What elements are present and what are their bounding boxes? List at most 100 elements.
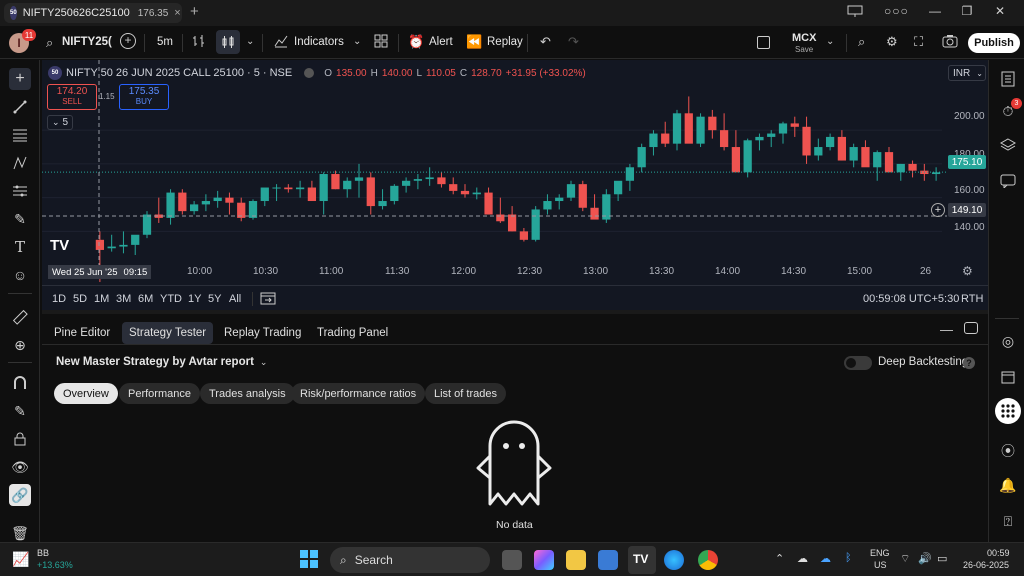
layout-select-icon[interactable] [757, 36, 770, 49]
range-all[interactable]: All [229, 293, 241, 305]
lang-line1[interactable]: ENG [870, 548, 890, 558]
subtab-performance[interactable]: Performance [119, 383, 200, 404]
maximize-panel-icon[interactable] [964, 322, 978, 334]
chrome-icon[interactable] [698, 550, 718, 570]
signal-icon[interactable]: ⦿ [997, 440, 1019, 462]
range-1m[interactable]: 1M [94, 293, 109, 305]
stock-widget-icon[interactable]: 📈 [12, 551, 29, 568]
help-circle-icon[interactable]: ⍰ [997, 510, 1019, 532]
range-1d[interactable]: 1D [52, 293, 66, 305]
alert-clock-icon[interactable]: ⏰ [408, 34, 424, 50]
minimize-icon[interactable]: — [925, 4, 945, 18]
copilot-icon[interactable] [534, 550, 554, 570]
link-icon[interactable]: 🔗 [9, 484, 31, 506]
candles-icon[interactable] [216, 30, 240, 54]
tray-chevron-icon[interactable]: ⌃ [775, 552, 784, 565]
subtab-list-of-trades[interactable]: List of trades [425, 383, 506, 404]
interval-button[interactable]: 5m [157, 36, 173, 48]
replay-icon[interactable]: ⏪ [466, 34, 482, 50]
new-tab-icon[interactable]: + [190, 3, 199, 20]
undo-icon[interactable]: ↶ [540, 34, 551, 50]
layers-icon[interactable] [997, 134, 1019, 156]
tab-close-icon[interactable]: × [174, 7, 180, 19]
ruler-icon[interactable] [9, 306, 31, 328]
replay-button[interactable]: Replay [487, 36, 523, 48]
camera-icon[interactable] [942, 34, 958, 51]
range-5y[interactable]: 5Y [208, 293, 221, 305]
search-icon[interactable]: ⌕ [46, 35, 53, 51]
sell-button[interactable]: 174.20 SELL [47, 84, 97, 110]
tab-strategy-tester[interactable]: Strategy Tester [122, 322, 214, 344]
chart-title[interactable]: NIFTY 50 26 JUN 2025 CALL 25100 · 5 · NS… [66, 67, 292, 79]
apps-grid-icon[interactable] [995, 398, 1021, 424]
compare-add-icon[interactable]: + [120, 33, 136, 49]
templates-icon[interactable] [374, 34, 388, 51]
tab-pine-editor[interactable]: Pine Editor [47, 322, 117, 344]
currency-select[interactable]: INR ⌄ [948, 65, 986, 81]
tab-trading-panel[interactable]: Trading Panel [310, 322, 395, 344]
minimize-panel-icon[interactable]: — [940, 322, 953, 337]
zoom-in-icon[interactable]: ⊕ [9, 334, 31, 356]
bar-style-icon[interactable] [192, 34, 206, 51]
chat-icon[interactable] [997, 170, 1019, 192]
alert-button[interactable]: Alert [429, 36, 453, 48]
publish-button[interactable]: Publish [968, 33, 1020, 53]
cloud-icon[interactable]: ☁ [797, 552, 808, 565]
widget-change[interactable]: +13.63% [37, 560, 73, 570]
range-6m[interactable]: 6M [138, 293, 153, 305]
range-1y[interactable]: 1Y [188, 293, 201, 305]
buy-button[interactable]: 175.35 BUY [119, 84, 169, 110]
session-rth[interactable]: RTH [961, 293, 983, 305]
eye-icon[interactable]: 👁 [9, 456, 31, 478]
save-label[interactable]: Save [795, 45, 813, 54]
edge-icon[interactable] [664, 550, 684, 570]
price-chart[interactable]: TV [42, 60, 988, 285]
indicators-button[interactable]: Indicators [294, 36, 344, 48]
onedrive-icon[interactable]: ☁ [820, 552, 831, 565]
chevron-down-icon[interactable]: ⌄ [353, 36, 361, 47]
battery-icon[interactable]: ▭ [937, 552, 947, 565]
range-3m[interactable]: 3M [116, 293, 131, 305]
indicators-collapse[interactable]: ⌄ 5 [47, 115, 73, 130]
chart-pane[interactable]: TV 50 NIFTY 50 26 JUN 2025 CALL 25100 · … [42, 60, 988, 285]
subtab-overview[interactable]: Overview [54, 383, 118, 404]
trash-icon[interactable]: 🗑 [9, 522, 31, 544]
fib-icon[interactable] [9, 124, 31, 146]
quick-search-icon[interactable]: ⌕ [858, 34, 865, 50]
fullscreen-icon[interactable]: ⛶ [914, 34, 923, 50]
chevron-down-icon[interactable]: ⌄ [246, 36, 254, 47]
brush-icon[interactable]: ✎ [9, 208, 31, 230]
magnet-icon[interactable] [9, 372, 31, 394]
bell-icon[interactable]: 🔔 [997, 474, 1019, 496]
layout-icon[interactable] [845, 4, 865, 21]
layout-name[interactable]: MCX [792, 32, 816, 44]
taskbar-search[interactable]: ⌕ Search [330, 547, 490, 573]
strategy-select[interactable]: New Master Strategy by Avtar report ⌄ [56, 356, 267, 368]
crosshair-icon[interactable]: + [9, 68, 31, 90]
indicators-icon[interactable] [274, 34, 288, 51]
pattern-icon[interactable] [9, 152, 31, 174]
subtab-trades-analysis[interactable]: Trades analysis [200, 383, 295, 404]
subtab-risk-ratios[interactable]: Risk/performance ratios [291, 383, 426, 404]
wifi-icon[interactable]: ⌔ [900, 552, 910, 566]
more-icon[interactable]: ○○○ [884, 4, 908, 18]
settings-icon[interactable]: ⚙ [962, 264, 973, 278]
chevron-down-icon[interactable]: ⌄ [826, 36, 834, 47]
add-alert-icon[interactable]: + [931, 203, 945, 217]
lang-line2[interactable]: US [874, 560, 887, 570]
trendline-icon[interactable] [9, 96, 31, 118]
clock-timezone[interactable]: 00:59:08 UTC+5:30 [863, 293, 959, 305]
task-view-icon[interactable] [502, 550, 522, 570]
watchlist-icon[interactable] [997, 68, 1019, 90]
restore-icon[interactable]: ❐ [957, 4, 977, 18]
range-ytd[interactable]: YTD [160, 293, 182, 305]
redo-icon[interactable]: ↷ [568, 34, 579, 50]
tradingview-app-icon[interactable]: TV [628, 546, 656, 574]
volume-icon[interactable]: 🔊 [918, 552, 932, 565]
tab-replay-trading[interactable]: Replay Trading [217, 322, 308, 344]
close-icon[interactable]: ✕ [990, 4, 1010, 18]
clock-time[interactable]: 00:59 [987, 548, 1010, 558]
text-icon[interactable]: T [9, 236, 31, 258]
widget-ticker[interactable]: BB [37, 548, 49, 558]
emoji-icon[interactable]: ☺ [9, 264, 31, 286]
